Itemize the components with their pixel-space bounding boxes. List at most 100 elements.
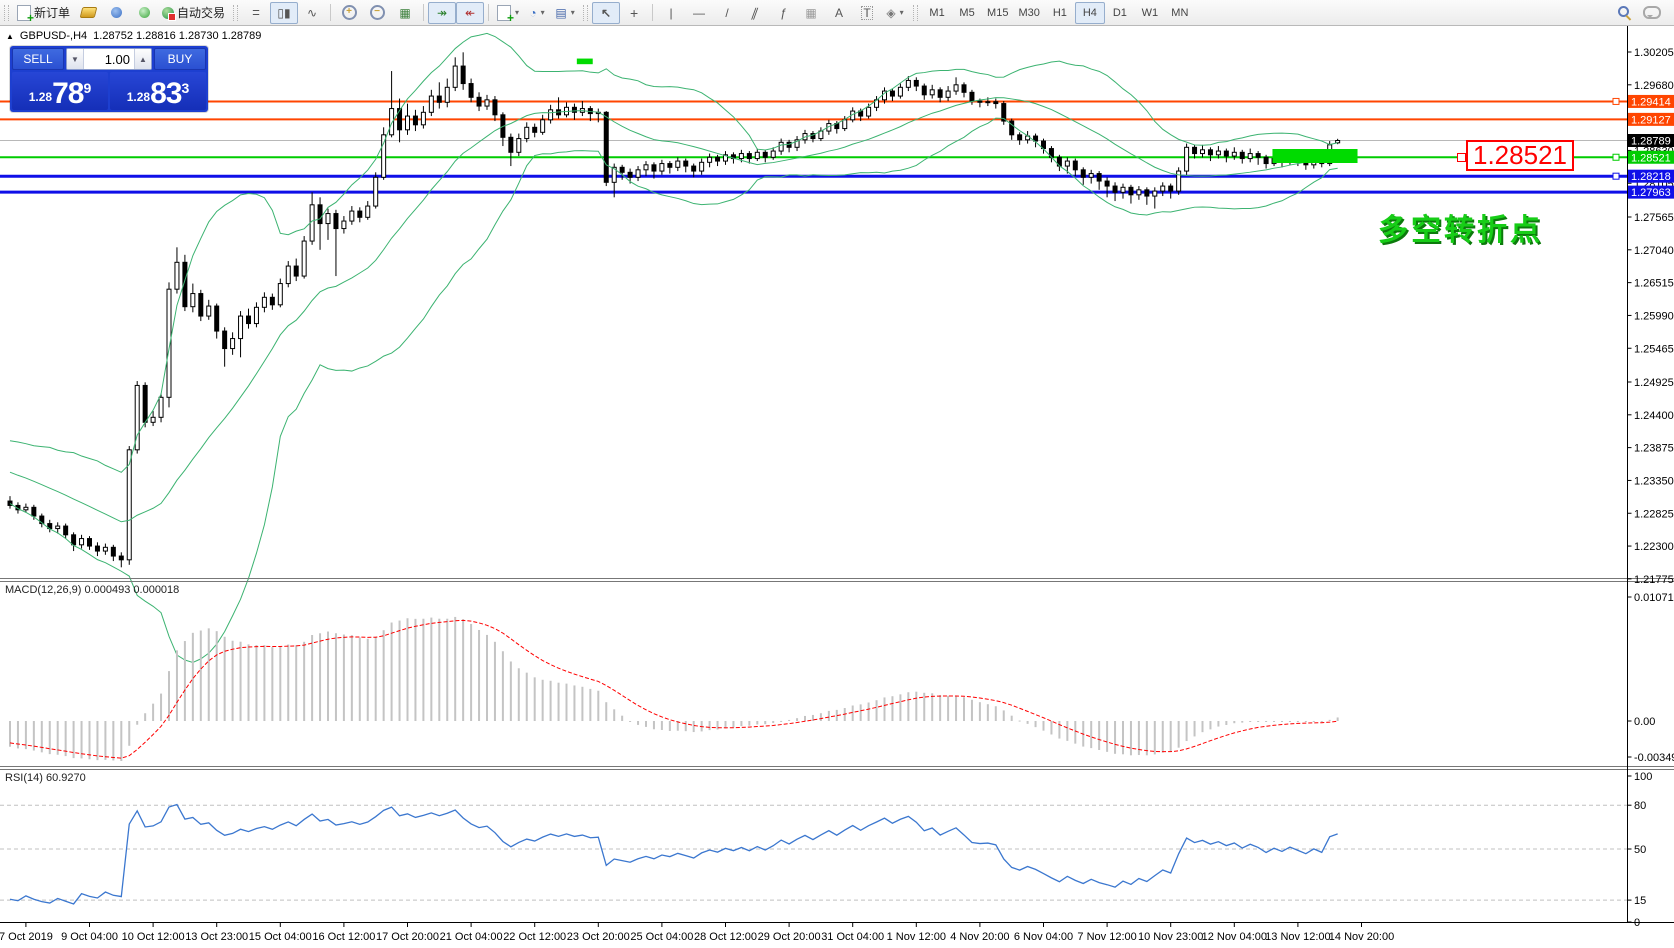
price-axis-layer: 1.302051.296801.291551.286301.281051.275… bbox=[1628, 47, 1674, 586]
label-tool-button[interactable]: T bbox=[853, 2, 881, 24]
chat-icon bbox=[1643, 6, 1661, 19]
timeframe-m15-button[interactable]: M15 bbox=[982, 2, 1013, 24]
timeframe-m30-button[interactable]: M30 bbox=[1013, 2, 1044, 24]
channel-tool-button[interactable]: ∥ bbox=[741, 2, 769, 24]
fibonacci-tool-button[interactable]: ƒ bbox=[769, 2, 797, 24]
svg-text:29 Oct 20:00: 29 Oct 20:00 bbox=[758, 931, 821, 943]
signals-icon bbox=[139, 7, 150, 18]
hline-tool-button[interactable]: — bbox=[685, 2, 713, 24]
svg-text:1.28521: 1.28521 bbox=[1631, 152, 1671, 164]
new-chart-button[interactable]: ▾ bbox=[493, 2, 523, 24]
svg-text:1.26515: 1.26515 bbox=[1634, 278, 1674, 290]
grid-tool-button[interactable]: ▦ bbox=[797, 2, 825, 24]
tile-windows-icon: ▦ bbox=[399, 7, 410, 19]
svg-text:1.29127: 1.29127 bbox=[1631, 114, 1671, 126]
annotation-anchor-handle[interactable] bbox=[1457, 153, 1466, 162]
toolbar-separator bbox=[488, 4, 489, 21]
volume-decrease-button[interactable]: ▼ bbox=[67, 49, 84, 69]
line-chart-icon: ∿ bbox=[307, 7, 317, 19]
svg-text:13 Oct 23:00: 13 Oct 23:00 bbox=[185, 931, 248, 943]
timeframe-h1-button[interactable]: H1 bbox=[1045, 2, 1075, 24]
bollinger-upper bbox=[10, 33, 1338, 472]
timeframe-w1-button[interactable]: W1 bbox=[1135, 2, 1165, 24]
trendline-tool-button[interactable]: / bbox=[713, 2, 741, 24]
one-click-trading-panel: SELL ▼ 1.00 ▲ BUY 1.28 78 9 1.28 83 3 bbox=[10, 46, 208, 112]
symbol-title: GBPUSD-,H4 bbox=[20, 30, 87, 42]
zoom-in-icon: + bbox=[342, 5, 357, 20]
macd-pane-layer bbox=[9, 617, 1339, 761]
svg-text:50: 50 bbox=[1634, 844, 1646, 856]
chart-canvas[interactable]: 1.302051.296801.291551.286301.281051.275… bbox=[0, 0, 1674, 948]
timeframe-mn-button[interactable]: MN bbox=[1165, 2, 1195, 24]
timeframe-d1-button[interactable]: D1 bbox=[1105, 2, 1135, 24]
svg-text:15 Oct 04:00: 15 Oct 04:00 bbox=[249, 931, 312, 943]
svg-text:80: 80 bbox=[1634, 800, 1646, 812]
price-level-annotation: 1.28521 bbox=[1466, 140, 1574, 171]
channel-icon: ∥ bbox=[750, 7, 760, 19]
timeframe-m1-button[interactable]: M1 bbox=[922, 2, 952, 24]
sell-price-display[interactable]: 1.28 78 9 bbox=[12, 72, 108, 110]
rsi-indicator-label: RSI(14) 60.9270 bbox=[5, 772, 86, 784]
crosshair-tool-button[interactable]: + bbox=[620, 2, 648, 24]
symbol-ohlc-bar[interactable]: ▲ GBPUSD-,H4 1.28752 1.28816 1.28730 1.2… bbox=[6, 30, 261, 42]
buy-button[interactable]: BUY bbox=[154, 48, 206, 70]
auto-scroll-button[interactable]: ↠ bbox=[428, 2, 456, 24]
timeframe-m5-button[interactable]: M5 bbox=[952, 2, 982, 24]
volume-increase-button[interactable]: ▲ bbox=[134, 49, 151, 69]
toolbar-grip[interactable] bbox=[4, 5, 9, 21]
zoom-out-icon: − bbox=[370, 5, 385, 20]
new-order-button[interactable]: 新订单 bbox=[13, 2, 74, 24]
chart-shift-icon: ↞ bbox=[465, 7, 475, 19]
bollinger-bands-layer bbox=[10, 33, 1338, 662]
toolbar-grip[interactable] bbox=[583, 5, 588, 21]
svg-text:1.27040: 1.27040 bbox=[1634, 245, 1674, 257]
cursor-icon: ↖ bbox=[601, 7, 611, 19]
vline-tool-button[interactable]: | bbox=[657, 2, 685, 24]
svg-text:1.29680: 1.29680 bbox=[1634, 80, 1674, 92]
bar-chart-icon: ꘌ bbox=[252, 7, 260, 19]
rsi-pane-layer bbox=[0, 805, 1627, 904]
timeframe-h4-button[interactable]: H4 bbox=[1075, 2, 1105, 24]
svg-text:10 Oct 12:00: 10 Oct 12:00 bbox=[122, 931, 185, 943]
signals-button[interactable] bbox=[130, 2, 158, 24]
line-chart-button[interactable]: ∿ bbox=[298, 2, 326, 24]
candles-layer bbox=[8, 52, 1340, 567]
svg-text:23 Oct 20:00: 23 Oct 20:00 bbox=[567, 931, 630, 943]
terminal-button[interactable] bbox=[74, 2, 102, 24]
svg-text:10 Nov 23:00: 10 Nov 23:00 bbox=[1138, 931, 1203, 943]
cursor-tool-button[interactable]: ↖ bbox=[592, 2, 620, 24]
arrows-tool-button[interactable]: ◈▾ bbox=[881, 2, 909, 24]
profiles-button[interactable]: ◔▾ bbox=[523, 2, 551, 24]
svg-text:1.23350: 1.23350 bbox=[1634, 475, 1674, 487]
buy-price-display[interactable]: 1.28 83 3 bbox=[110, 72, 206, 110]
new-chart-icon bbox=[497, 5, 511, 21]
templates-button[interactable]: ▤▾ bbox=[551, 2, 579, 24]
sell-button[interactable]: SELL bbox=[12, 48, 64, 70]
collapse-icon[interactable]: ▲ bbox=[6, 32, 14, 41]
svg-text:25 Oct 04:00: 25 Oct 04:00 bbox=[630, 931, 693, 943]
chat-button[interactable] bbox=[1638, 2, 1666, 24]
bar-chart-button[interactable]: ꘌ bbox=[242, 2, 270, 24]
search-button[interactable] bbox=[1610, 2, 1638, 24]
zoom-out-button[interactable]: − bbox=[363, 2, 391, 24]
toolbar-grip[interactable] bbox=[913, 5, 918, 21]
text-tool-button[interactable]: A bbox=[825, 2, 853, 24]
volume-value[interactable]: 1.00 bbox=[84, 49, 134, 69]
time-axis-layer: 7 Oct 20199 Oct 04:0010 Oct 12:0013 Oct … bbox=[0, 923, 1394, 943]
svg-text:14 Nov 20:00: 14 Nov 20:00 bbox=[1329, 931, 1394, 943]
tile-windows-button[interactable]: ▦ bbox=[391, 2, 419, 24]
auto-trading-button[interactable]: 自动交易 bbox=[158, 2, 229, 24]
community-button[interactable] bbox=[102, 2, 130, 24]
candle-chart-button[interactable]: ▯▮ bbox=[270, 2, 298, 24]
svg-text:1.24400: 1.24400 bbox=[1634, 410, 1674, 422]
svg-text:6 Nov 04:00: 6 Nov 04:00 bbox=[1014, 931, 1073, 943]
chart-shift-button[interactable]: ↞ bbox=[456, 2, 484, 24]
toolbar-grip[interactable] bbox=[233, 5, 238, 21]
svg-text:21 Oct 04:00: 21 Oct 04:00 bbox=[440, 931, 503, 943]
zoom-in-button[interactable]: + bbox=[335, 2, 363, 24]
svg-text:-0.003492: -0.003492 bbox=[1634, 752, 1674, 764]
svg-text:1.21775: 1.21775 bbox=[1634, 574, 1674, 586]
terminal-icon bbox=[79, 7, 97, 18]
svg-text:4 Nov 20:00: 4 Nov 20:00 bbox=[950, 931, 1009, 943]
svg-text:100: 100 bbox=[1634, 771, 1652, 783]
